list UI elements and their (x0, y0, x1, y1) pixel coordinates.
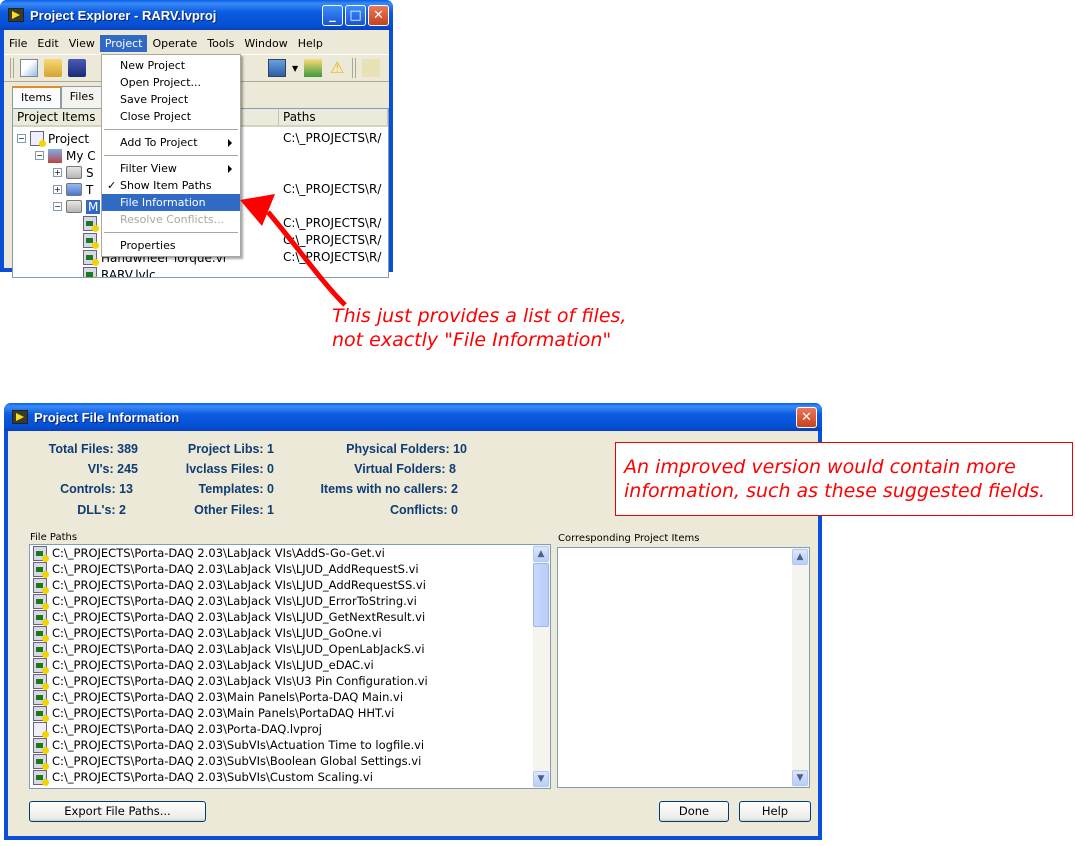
stat-vis: VI's: 245 (87, 462, 138, 476)
file-path-row[interactable]: C:\_PROJECTS\Porta-DAQ 2.03\Main Panels\… (30, 689, 550, 706)
stat-physical-folders: Physical Folders: 10 (346, 442, 467, 456)
help-button[interactable]: Help (739, 801, 811, 822)
stat-lvclass-files: lvclass Files: 0 (185, 462, 274, 476)
file-paths-label: File Paths (30, 532, 78, 543)
file-path-text: C:\_PROJECTS\Porta-DAQ 2.03\SubVIs\Custo… (52, 770, 373, 784)
scroll-down-button[interactable]: ▼ (533, 771, 549, 787)
vi-file-icon (33, 705, 49, 722)
arrowhead-icon (240, 194, 275, 226)
annotation-note-2: An improved version would contain more i… (615, 442, 1073, 516)
file-path-row[interactable]: C:\_PROJECTS\Porta-DAQ 2.03\LabJack VIs\… (30, 577, 550, 594)
corresponding-scrollbar[interactable]: ▲ ▼ (792, 548, 809, 787)
file-path-row[interactable]: C:\_PROJECTS\Porta-DAQ 2.03\LabJack VIs\… (30, 545, 550, 562)
corresponding-items-list[interactable]: ▲ ▼ (557, 547, 810, 788)
file-path-text: C:\_PROJECTS\Porta-DAQ 2.03\Main Panels\… (52, 690, 404, 704)
stat-total-files: Total Files: 389 (48, 442, 138, 456)
vi-file-icon (33, 609, 49, 626)
file-path-text: C:\_PROJECTS\Porta-DAQ 2.03\Porta-DAQ.lv… (52, 722, 322, 736)
file-path-text: C:\_PROJECTS\Porta-DAQ 2.03\SubVIs\Actua… (52, 738, 425, 752)
arrow-to-menu (266, 210, 347, 307)
note-line: information, such as these suggested fie… (624, 480, 1046, 502)
file-path-row[interactable]: C:\_PROJECTS\Porta-DAQ 2.03\SubVIs\Boole… (30, 753, 550, 770)
vi-file-icon (33, 545, 49, 562)
file-path-text: C:\_PROJECTS\Porta-DAQ 2.03\Main Panels\… (52, 706, 395, 720)
file-paths-list[interactable]: C:\_PROJECTS\Porta-DAQ 2.03\LabJack VIs\… (29, 544, 551, 789)
file-path-row[interactable]: C:\_PROJECTS\Porta-DAQ 2.03\SubVIs\Actua… (30, 737, 550, 754)
vi-file-icon (33, 593, 49, 610)
file-path-row[interactable]: C:\_PROJECTS\Porta-DAQ 2.03\LabJack VIs\… (30, 593, 550, 610)
file-path-text: C:\_PROJECTS\Porta-DAQ 2.03\LabJack VIs\… (52, 674, 428, 688)
stat-items-no-callers: Items with no callers: 2 (320, 482, 458, 496)
file-path-text: C:\_PROJECTS\Porta-DAQ 2.03\LabJack VIs\… (52, 578, 426, 592)
file-path-row[interactable]: C:\_PROJECTS\Porta-DAQ 2.03\LabJack VIs\… (30, 673, 550, 690)
vi-file-icon (33, 673, 49, 690)
file-paths-scrollbar[interactable]: ▲ ▼ (533, 545, 550, 788)
dialog-close-button[interactable]: ✕ (796, 407, 817, 428)
file-path-text: C:\_PROJECTS\Porta-DAQ 2.03\LabJack VIs\… (52, 642, 425, 656)
scroll-up-button[interactable]: ▲ (792, 549, 808, 565)
corresponding-items-label: Corresponding Project Items (558, 533, 700, 544)
file-path-text: C:\_PROJECTS\Porta-DAQ 2.03\SubVIs\Boole… (52, 754, 422, 768)
labview-icon (12, 410, 28, 424)
vi-file-icon (33, 657, 49, 674)
file-path-text: C:\_PROJECTS\Porta-DAQ 2.03\LabJack VIs\… (52, 594, 417, 608)
note-line: This just provides a list of files, (332, 305, 627, 327)
file-path-text: C:\_PROJECTS\Porta-DAQ 2.03\LabJack VIs\… (52, 658, 374, 672)
file-path-row[interactable]: C:\_PROJECTS\Porta-DAQ 2.03\LabJack VIs\… (30, 561, 550, 578)
file-path-row[interactable]: C:\_PROJECTS\Porta-DAQ 2.03\LabJack VIs\… (30, 609, 550, 626)
vi-file-icon (33, 625, 49, 642)
file-paths-rows: C:\_PROJECTS\Porta-DAQ 2.03\LabJack VIs\… (30, 545, 550, 786)
vi-file-icon (33, 641, 49, 658)
scroll-down-button[interactable]: ▼ (792, 770, 808, 786)
scroll-thumb[interactable] (533, 563, 549, 627)
file-path-text: C:\_PROJECTS\Porta-DAQ 2.03\LabJack VIs\… (52, 546, 385, 560)
file-path-row[interactable]: C:\_PROJECTS\Porta-DAQ 2.03\SubVIs\Custo… (30, 769, 550, 786)
done-button[interactable]: Done (659, 801, 729, 822)
stat-templates: Templates: 0 (198, 482, 275, 496)
vi-file-icon (33, 769, 49, 786)
annotation-note-1: This just provides a list of files, not … (332, 304, 626, 352)
vi-file-icon (33, 737, 49, 754)
export-file-paths-button[interactable]: Export File Paths... (29, 801, 206, 822)
stat-dlls: DLL's: 2 (77, 503, 126, 517)
stat-conflicts: Conflicts: 0 (389, 503, 458, 517)
file-path-row[interactable]: C:\_PROJECTS\Porta-DAQ 2.03\Main Panels\… (30, 705, 550, 722)
stat-project-libs: Project Libs: 1 (187, 442, 274, 456)
note-line: not exactly "File Information" (332, 329, 612, 351)
file-path-text: C:\_PROJECTS\Porta-DAQ 2.03\LabJack VIs\… (52, 626, 382, 640)
file-path-row[interactable]: C:\_PROJECTS\Porta-DAQ 2.03\LabJack VIs\… (30, 625, 550, 642)
vi-file-icon (33, 689, 49, 706)
stat-other-files: Other Files: 1 (194, 503, 274, 517)
vi-file-icon (33, 577, 49, 594)
lvproj-file-icon (33, 721, 49, 738)
file-path-text: C:\_PROJECTS\Porta-DAQ 2.03\LabJack VIs\… (52, 562, 419, 576)
note-line: An improved version would contain more (624, 456, 1016, 478)
file-path-row[interactable]: C:\_PROJECTS\Porta-DAQ 2.03\LabJack VIs\… (30, 657, 550, 674)
vi-file-icon (33, 561, 49, 578)
scroll-up-button[interactable]: ▲ (533, 546, 549, 562)
stats-panel: Total Files: 389 VI's: 245 Controls: 13 … (8, 439, 488, 524)
stat-controls: Controls: 13 (60, 482, 133, 496)
vi-file-icon (33, 753, 49, 770)
dialog-title-bar[interactable]: Project File Information ✕ (4, 403, 822, 431)
file-path-row[interactable]: C:\_PROJECTS\Porta-DAQ 2.03\Porta-DAQ.lv… (30, 721, 550, 738)
stat-virtual-folders: Virtual Folders: 8 (354, 462, 456, 476)
file-path-text: C:\_PROJECTS\Porta-DAQ 2.03\LabJack VIs\… (52, 610, 426, 624)
dialog-title: Project File Information (34, 409, 180, 425)
file-path-row[interactable]: C:\_PROJECTS\Porta-DAQ 2.03\LabJack VIs\… (30, 641, 550, 658)
